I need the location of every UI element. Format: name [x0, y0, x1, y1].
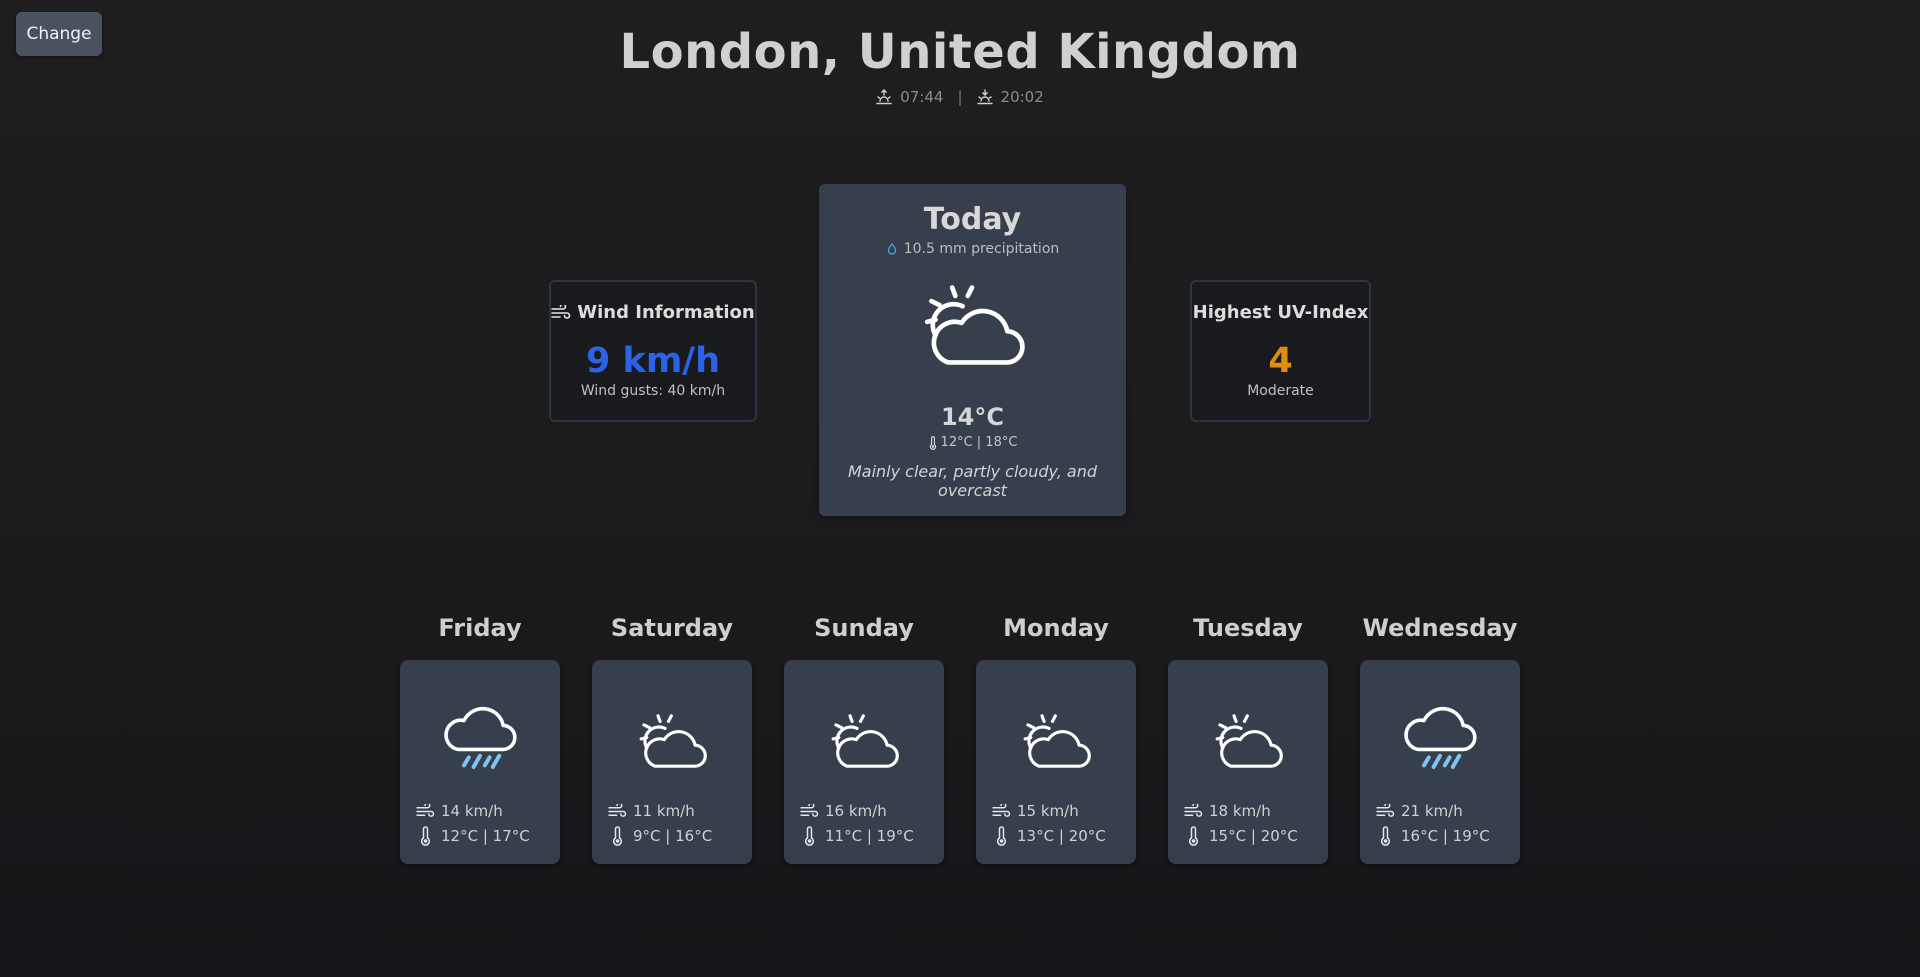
partly-cloudy-icon — [784, 700, 944, 780]
forecast-wind-text: 21 km/h — [1401, 802, 1463, 820]
forecast-wind-text: 14 km/h — [441, 802, 503, 820]
forecast-day-label: Monday — [1003, 614, 1109, 642]
sun-times: 07:44 | 20:02 — [0, 88, 1920, 106]
forecast-day-label: Wednesday — [1362, 614, 1518, 642]
uv-card-title: Highest UV-Index — [1192, 302, 1369, 323]
precipitation: 10.5 mm precipitation — [819, 241, 1126, 257]
forecast-temp-text: 15°C | 20°C — [1209, 827, 1298, 845]
forecast-wind-text: 11 km/h — [633, 802, 695, 820]
wind-gusts: Wind gusts: 40 km/h — [580, 383, 726, 399]
today-card: Today 10.5 mm precipitation 14°C 12°C | … — [819, 184, 1126, 516]
forecast-wind: 16 km/h — [800, 802, 887, 820]
forecast-wind: 21 km/h — [1376, 802, 1463, 820]
sunset-icon — [977, 89, 993, 105]
thermometer-icon — [416, 826, 435, 846]
thermometer-icon — [800, 826, 819, 846]
wind-icon — [1376, 804, 1395, 819]
wind-icon — [992, 804, 1011, 819]
forecast-card-tuesday: 18 km/h 15°C | 20°C — [1168, 660, 1328, 864]
precipitation-text: 10.5 mm precipitation — [903, 241, 1060, 257]
forecast-wind-text: 15 km/h — [1017, 802, 1079, 820]
wind-icon — [416, 804, 435, 819]
forecast-wind: 11 km/h — [608, 802, 695, 820]
sunrise-icon — [876, 89, 892, 105]
forecast-temp: 12°C | 17°C — [416, 826, 530, 846]
forecast-wind: 15 km/h — [992, 802, 1079, 820]
separator: | — [957, 88, 963, 106]
forecast-wind-text: 16 km/h — [825, 802, 887, 820]
rain-cloud-icon — [400, 700, 560, 780]
forecast-temp: 13°C | 20°C — [992, 826, 1106, 846]
forecast-card-friday: 14 km/h 12°C | 17°C — [400, 660, 560, 864]
thermometer-icon — [608, 826, 627, 846]
forecast-card-sunday: 16 km/h 11°C | 19°C — [784, 660, 944, 864]
thermometer-icon — [928, 436, 938, 450]
forecast-day-label: Friday — [438, 614, 522, 642]
forecast-temp-text: 13°C | 20°C — [1017, 827, 1106, 845]
forecast-wind: 14 km/h — [416, 802, 503, 820]
thermometer-icon — [1376, 826, 1395, 846]
sunset-time: 20:02 — [1000, 88, 1044, 106]
wind-title-text: Wind Information — [577, 302, 755, 323]
forecast-temp: 9°C | 16°C — [608, 826, 712, 846]
wind-icon — [608, 804, 627, 819]
droplet-icon — [887, 243, 896, 255]
today-temp-range: 12°C | 18°C — [819, 435, 1126, 450]
forecast-card-wednesday: 21 km/h 16°C | 19°C — [1360, 660, 1520, 864]
forecast-day-label: Tuesday — [1193, 614, 1303, 642]
rain-cloud-icon — [1360, 700, 1520, 780]
partly-cloudy-icon — [592, 700, 752, 780]
weather-description: Mainly clear, partly cloudy, and overcas… — [847, 462, 1097, 500]
uv-level: Moderate — [1247, 383, 1314, 399]
wind-speed: 9 km/h — [586, 341, 720, 381]
forecast-day-label: Saturday — [610, 614, 734, 642]
wind-icon — [800, 804, 819, 819]
header: London, United Kingdom 07:44 | 20:02 — [0, 24, 1920, 106]
uv-index-card: Highest UV-Index 4 Moderate — [1190, 280, 1371, 422]
forecast-temp: 11°C | 19°C — [800, 826, 914, 846]
forecast-card-monday: 15 km/h 13°C | 20°C — [976, 660, 1136, 864]
forecast-temp-text: 9°C | 16°C — [633, 827, 713, 845]
thermometer-icon — [1184, 826, 1203, 846]
sunrise-time: 07:44 — [900, 88, 944, 106]
partly-cloudy-icon — [976, 700, 1136, 780]
forecast-temp: 16°C | 19°C — [1376, 826, 1490, 846]
today-title: Today — [923, 202, 1022, 237]
forecast-temp-text: 12°C | 17°C — [441, 827, 530, 845]
forecast-wind: 18 km/h — [1184, 802, 1271, 820]
wind-information-card: Wind Information 9 km/h Wind gusts: 40 k… — [549, 280, 757, 422]
forecast-wind-text: 18 km/h — [1209, 802, 1271, 820]
uv-value: 4 — [1268, 341, 1293, 381]
page-title: London, United Kingdom — [619, 24, 1301, 80]
today-range-text: 12°C | 18°C — [940, 435, 1018, 450]
forecast-temp: 15°C | 20°C — [1184, 826, 1298, 846]
thermometer-icon — [992, 826, 1011, 846]
wind-icon — [551, 305, 571, 321]
wind-card-title: Wind Information — [551, 302, 755, 323]
forecast-temp-text: 16°C | 19°C — [1401, 827, 1490, 845]
partly-cloudy-icon — [1168, 700, 1328, 780]
forecast-card-saturday: 11 km/h 9°C | 16°C — [592, 660, 752, 864]
today-temperature: 14°C — [940, 403, 1004, 431]
forecast-day-label: Sunday — [814, 614, 914, 642]
partly-cloudy-icon — [819, 283, 1126, 383]
wind-icon — [1184, 804, 1203, 819]
forecast-temp-text: 11°C | 19°C — [825, 827, 914, 845]
